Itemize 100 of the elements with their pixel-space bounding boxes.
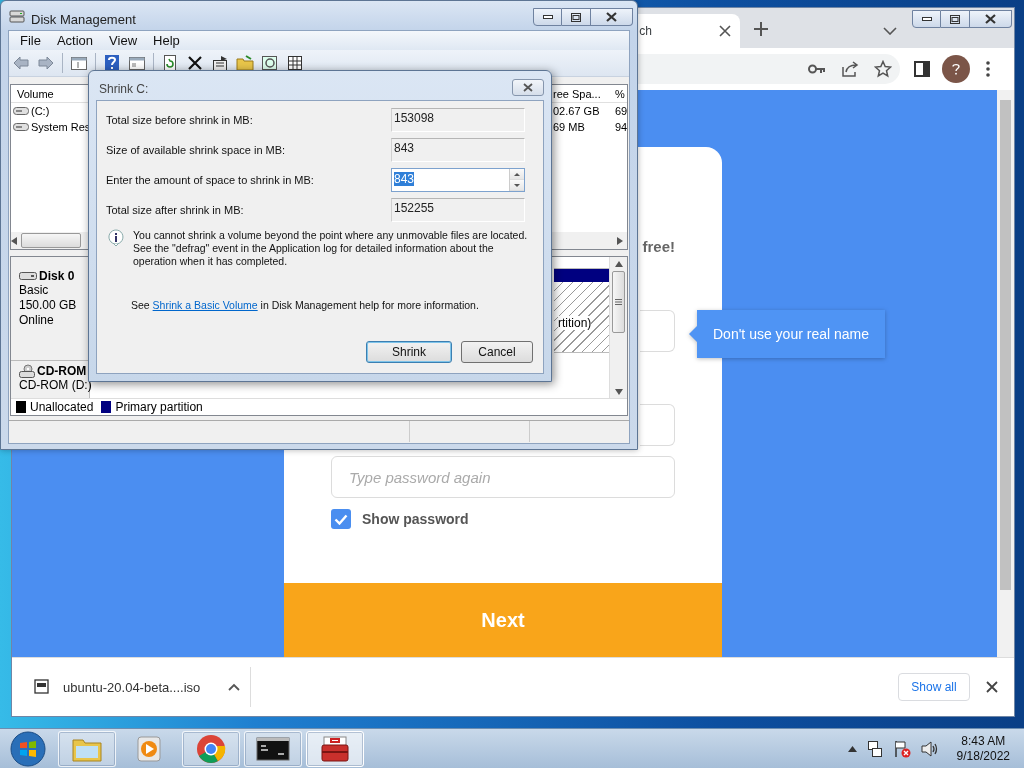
maximize-button[interactable] bbox=[941, 10, 970, 28]
page-refresh-icon[interactable] bbox=[161, 54, 179, 72]
grip-icon bbox=[615, 299, 622, 305]
shrink-button[interactable]: Shrink bbox=[366, 341, 452, 363]
toolbox-icon bbox=[320, 734, 350, 763]
maximize-button[interactable] bbox=[562, 8, 591, 26]
scrollbar-thumb[interactable] bbox=[1000, 100, 1011, 590]
network-icon[interactable] bbox=[866, 739, 883, 758]
grid-icon[interactable] bbox=[286, 54, 304, 72]
column-header[interactable]: Volume bbox=[11, 87, 89, 100]
readonly-field: 153098 bbox=[391, 108, 525, 132]
start-orb-icon[interactable] bbox=[10, 730, 46, 767]
sidebar-icon[interactable] bbox=[914, 61, 930, 77]
properties-icon[interactable] bbox=[211, 54, 229, 72]
disk-name: CD-ROM bbox=[37, 364, 87, 378]
menu-icon[interactable] bbox=[986, 61, 990, 77]
close-button[interactable] bbox=[591, 8, 633, 26]
folder-icon[interactable] bbox=[236, 54, 254, 72]
star-icon[interactable] bbox=[874, 60, 892, 78]
partition-bar bbox=[554, 269, 609, 282]
arrow-up-icon bbox=[514, 172, 520, 176]
dialog-title: Shrink C: bbox=[99, 82, 149, 96]
volume-name: (C:) bbox=[31, 105, 50, 117]
help-link[interactable]: Shrink a Basic Volume bbox=[152, 299, 258, 311]
table-cell-text: 02.67 GB bbox=[552, 105, 601, 117]
arrow-left-icon[interactable] bbox=[11, 236, 17, 245]
show-all-button[interactable]: Show all bbox=[898, 673, 970, 701]
close-button[interactable] bbox=[512, 79, 544, 96]
scrollbar-thumb[interactable] bbox=[612, 271, 625, 333]
caret-up-icon[interactable] bbox=[847, 745, 857, 752]
back-arrow-icon[interactable] bbox=[12, 54, 30, 72]
maximize-icon bbox=[950, 14, 960, 24]
field-label: Total size before shrink in MB: bbox=[105, 114, 254, 126]
plus-icon[interactable] bbox=[754, 22, 768, 36]
disk-drive-icon bbox=[9, 9, 25, 23]
close-button[interactable] bbox=[970, 10, 1012, 28]
clock-date: 9/18/2022 bbox=[956, 748, 1010, 764]
arrow-up-icon[interactable] bbox=[614, 261, 623, 267]
scrollbar[interactable] bbox=[997, 90, 1014, 657]
chevron-down-icon[interactable] bbox=[883, 27, 897, 35]
vertical-scrollbar[interactable] bbox=[609, 257, 627, 398]
speaker-icon[interactable] bbox=[920, 740, 939, 757]
close-icon[interactable] bbox=[986, 681, 998, 693]
readonly-field: 843 bbox=[391, 138, 525, 162]
checkbox[interactable] bbox=[331, 509, 351, 529]
window-title: Disk Management bbox=[31, 12, 136, 27]
menu-item[interactable]: Help bbox=[145, 31, 188, 50]
partition-label: rtition) bbox=[558, 316, 592, 330]
spin-up-button[interactable] bbox=[510, 169, 524, 180]
field-label: Size of available shrink space in MB: bbox=[105, 144, 287, 156]
tooltip: Don't use your real name bbox=[689, 310, 885, 358]
close-icon[interactable] bbox=[719, 25, 731, 37]
menu-item[interactable]: File bbox=[12, 31, 49, 50]
caret-up-icon[interactable] bbox=[228, 683, 240, 691]
close-icon bbox=[606, 12, 617, 22]
text-field[interactable] bbox=[640, 310, 675, 352]
taskbar-button[interactable] bbox=[244, 730, 302, 767]
panel-icon[interactable] bbox=[70, 54, 88, 72]
share-icon[interactable] bbox=[841, 60, 859, 78]
drive-icon bbox=[13, 106, 29, 116]
disk-detail: CD-ROM (D:) bbox=[19, 378, 89, 393]
arrow-right-icon[interactable] bbox=[617, 236, 623, 245]
column-header[interactable]: ree Spa... bbox=[551, 87, 611, 100]
tab-title[interactable]: ch bbox=[639, 24, 652, 38]
info-text: You cannot shrink a volume beyond the point where any unmovable files are located. See the "defrag" event in the Application log for detailed information about the operation when it has completed. bbox=[133, 229, 529, 268]
scrollbar-thumb[interactable] bbox=[21, 233, 81, 248]
flag-icon[interactable] bbox=[892, 739, 911, 758]
key-icon[interactable] bbox=[808, 64, 826, 74]
password-field[interactable]: Type password again bbox=[331, 456, 675, 498]
help-icon[interactable] bbox=[103, 54, 121, 72]
menu-item[interactable]: View bbox=[101, 31, 146, 50]
delete-icon[interactable] bbox=[186, 54, 204, 72]
browser-icon bbox=[196, 733, 226, 764]
magnifier-icon[interactable] bbox=[261, 54, 279, 72]
column-header[interactable]: % bbox=[611, 87, 627, 100]
menu-item[interactable]: Action bbox=[48, 31, 102, 50]
minimize-button[interactable] bbox=[912, 10, 941, 28]
checkbox-label: Show password bbox=[362, 511, 469, 527]
minimize-button[interactable] bbox=[533, 8, 562, 26]
spin-down-button[interactable] bbox=[510, 180, 524, 191]
disk-detail: Online bbox=[19, 313, 55, 328]
taskbar-button[interactable] bbox=[306, 730, 364, 767]
text-field[interactable] bbox=[640, 404, 675, 446]
avatar[interactable] bbox=[942, 55, 970, 83]
table-cell-text: 69 bbox=[614, 105, 627, 117]
forward-arrow-icon[interactable] bbox=[37, 54, 55, 72]
clock[interactable]: 8:43 AM 9/18/2022 bbox=[956, 733, 1010, 764]
arrow-down-icon[interactable] bbox=[614, 389, 623, 395]
spin-field[interactable]: 843 bbox=[391, 168, 525, 192]
legend-label: Unallocated bbox=[30, 400, 94, 414]
table-cell-text: 69 MB bbox=[552, 121, 586, 133]
close-icon bbox=[985, 14, 996, 24]
minimize-icon bbox=[542, 14, 553, 20]
heading-text: free! bbox=[642, 238, 675, 255]
minimize-icon bbox=[921, 16, 932, 22]
partition-block[interactable]: rtition) bbox=[554, 268, 609, 353]
cancel-button[interactable]: Cancel bbox=[461, 341, 533, 363]
clock-time: 8:43 AM bbox=[961, 733, 1006, 749]
download-file-name[interactable]: ubuntu-20.04-beta....iso bbox=[63, 679, 201, 695]
panel-icon[interactable] bbox=[128, 54, 146, 72]
